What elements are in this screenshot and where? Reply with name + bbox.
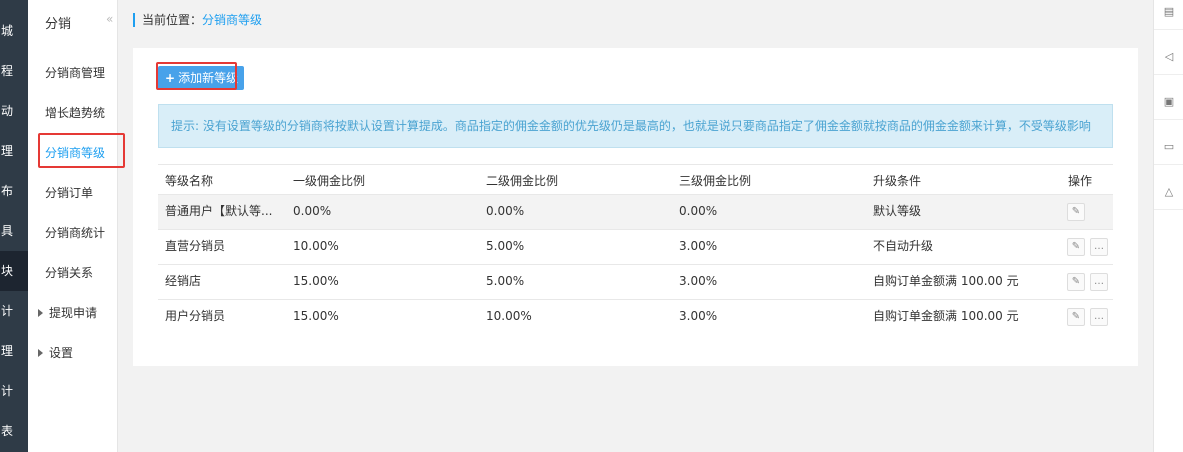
level2-rate: 10.00% bbox=[486, 309, 532, 323]
edit-note-icon[interactable]: ▣ bbox=[1154, 83, 1183, 120]
main-nav-item[interactable]: 城 bbox=[0, 11, 28, 51]
main-nav-item[interactable]: 程 bbox=[0, 51, 28, 91]
sidebar-group-label: 提现申请 bbox=[49, 306, 98, 320]
level3-rate: 3.00% bbox=[679, 239, 718, 253]
level2-rate: 0.00% bbox=[486, 204, 525, 218]
edit-icon[interactable]: ✎ bbox=[1067, 203, 1085, 221]
sidebar-item-growth-trend[interactable]: 增长趋势统 bbox=[45, 104, 105, 121]
level1-rate: 10.00% bbox=[293, 239, 339, 253]
sidebar-group-settings[interactable]: 设置 bbox=[38, 344, 73, 361]
level2-rate: 5.00% bbox=[486, 274, 525, 288]
main-nav-item[interactable]: 表 bbox=[0, 411, 28, 451]
level1-rate: 15.00% bbox=[293, 309, 339, 323]
edit-icon[interactable]: ✎ bbox=[1067, 238, 1085, 256]
main-nav-item[interactable]: 布 bbox=[0, 171, 28, 211]
main-nav: 城 程 动 理 布 具 块 计 理 计 表 bbox=[0, 0, 28, 452]
main-nav-item[interactable]: 具 bbox=[0, 211, 28, 251]
right-toolbar: ▤ ◁ ▣ ▭ △ bbox=[1153, 0, 1183, 452]
document-icon[interactable]: ▤ bbox=[1154, 0, 1183, 30]
speaker-icon[interactable]: ◁ bbox=[1154, 38, 1183, 75]
level3-rate: 0.00% bbox=[679, 204, 718, 218]
table-row: 普通用户【默认等... 0.00% 0.00% 0.00% 默认等级 ✎ bbox=[158, 194, 1113, 229]
upgrade-condition: 自购订单金额满 100.00 元 bbox=[873, 309, 1019, 323]
level-name: 用户分销员 bbox=[165, 309, 226, 323]
sidebar-group-withdraw[interactable]: 提现申请 bbox=[38, 304, 97, 321]
more-icon[interactable]: … bbox=[1090, 238, 1108, 256]
sidebar-item-distributor-stats[interactable]: 分销商统计 bbox=[45, 224, 105, 241]
row-actions: ✎… bbox=[1067, 238, 1113, 256]
more-icon[interactable]: … bbox=[1090, 273, 1108, 291]
highlight-box-add-button bbox=[156, 62, 237, 90]
sidebar-item-distribution-orders[interactable]: 分销订单 bbox=[45, 184, 93, 201]
breadcrumb-current[interactable]: 分销商等级 bbox=[202, 13, 262, 27]
sub-sidebar-title: 分销 bbox=[45, 17, 72, 32]
level-name: 经销店 bbox=[165, 274, 202, 288]
upgrade-condition: 默认等级 bbox=[873, 204, 922, 218]
caret-right-icon bbox=[38, 309, 43, 317]
table-row: 用户分销员 15.00% 10.00% 3.00% 自购订单金额满 100.00… bbox=[158, 299, 1113, 334]
sidebar-item-distribution-relations[interactable]: 分销关系 bbox=[45, 264, 93, 281]
level-name: 直营分销员 bbox=[165, 239, 226, 253]
caret-right-icon bbox=[38, 349, 43, 357]
level1-rate: 15.00% bbox=[293, 274, 339, 288]
collapse-icon[interactable]: « bbox=[106, 12, 113, 26]
table-row: 直营分销员 10.00% 5.00% 3.00% 不自动升级 ✎… bbox=[158, 229, 1113, 264]
main-nav-item-active[interactable]: 块 bbox=[0, 251, 28, 291]
main-nav-item[interactable]: 计 bbox=[0, 371, 28, 411]
level1-rate: 0.00% bbox=[293, 204, 332, 218]
highlight-box-sidebar bbox=[38, 133, 125, 168]
row-actions: ✎ bbox=[1067, 203, 1090, 221]
breadcrumb-prefix: 当前位置： bbox=[142, 13, 203, 27]
sub-sidebar-header: 分销 « bbox=[28, 0, 117, 40]
edit-icon[interactable]: ✎ bbox=[1067, 308, 1085, 326]
sidebar-item-distributor-manage[interactable]: 分销商管理 bbox=[45, 64, 105, 81]
row-actions: ✎… bbox=[1067, 308, 1113, 326]
main-nav-item[interactable]: 计 bbox=[0, 291, 28, 331]
main-nav-item[interactable]: 理 bbox=[0, 331, 28, 371]
level2-rate: 5.00% bbox=[486, 239, 525, 253]
upgrade-condition: 自购订单金额满 100.00 元 bbox=[873, 274, 1019, 288]
row-actions: ✎… bbox=[1067, 273, 1113, 291]
level-name: 普通用户【默认等... bbox=[165, 204, 273, 218]
main-nav-item[interactable]: 理 bbox=[0, 131, 28, 171]
edit-icon[interactable]: ✎ bbox=[1067, 273, 1085, 291]
sub-sidebar: 分销 « 分销商管理 增长趋势统 分销商等级 分销订单 分销商统计 分销关系 提… bbox=[28, 0, 118, 452]
breadcrumb: 当前位置：分销商等级 bbox=[133, 13, 262, 27]
tip-banner: 提示: 没有设置等级的分销商将按默认设置计算提成。商品指定的佣金金额的优先级仍是… bbox=[158, 104, 1113, 148]
bell-icon[interactable]: △ bbox=[1154, 173, 1183, 210]
level3-rate: 3.00% bbox=[679, 309, 718, 323]
more-icon[interactable]: … bbox=[1090, 308, 1108, 326]
sidebar-group-label: 设置 bbox=[49, 346, 74, 360]
message-icon[interactable]: ▭ bbox=[1154, 128, 1183, 165]
level3-rate: 3.00% bbox=[679, 274, 718, 288]
upgrade-condition: 不自动升级 bbox=[873, 239, 934, 253]
main-nav-item[interactable]: 动 bbox=[0, 91, 28, 131]
table-row: 经销店 15.00% 5.00% 3.00% 自购订单金额满 100.00 元 … bbox=[158, 264, 1113, 299]
